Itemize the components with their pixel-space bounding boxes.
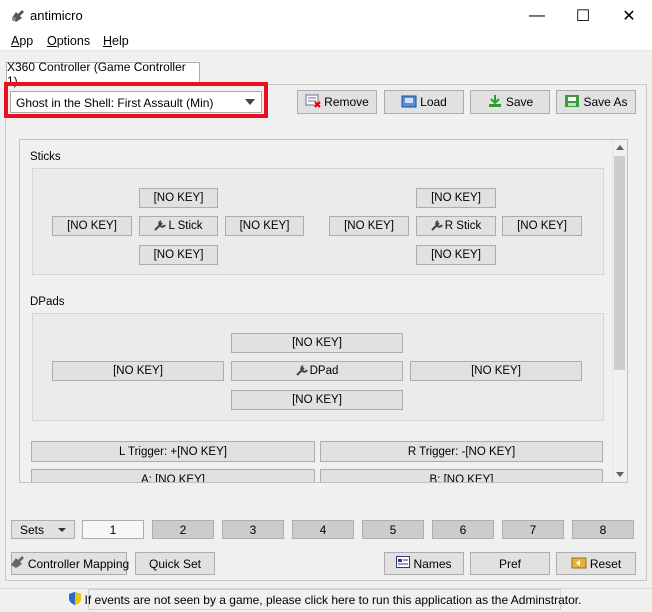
lstick-up-button[interactable]: [NO KEY]: [139, 188, 218, 208]
mapping-scroll-area[interactable]: Sticks [NO KEY] [NO KEY] L Stick [NO KEY…: [19, 139, 628, 483]
save-as-button[interactable]: Save As: [556, 90, 636, 114]
maximize-button[interactable]: ☐: [560, 0, 606, 31]
names-icon: [396, 556, 411, 571]
save-as-label: Save As: [583, 95, 628, 109]
reset-label: Reset: [589, 556, 622, 571]
dpad-left-button[interactable]: [NO KEY]: [52, 361, 224, 381]
sets-dropdown[interactable]: Sets: [11, 520, 75, 539]
menu-help[interactable]: Help: [103, 34, 129, 48]
dpad-up-button[interactable]: [NO KEY]: [231, 333, 403, 353]
pref-button[interactable]: Pref: [470, 552, 550, 575]
scroll-thumb[interactable]: [614, 156, 625, 370]
right-trigger-button[interactable]: R Trigger: -[NO KEY]: [320, 441, 603, 462]
save-button[interactable]: Save: [470, 90, 550, 114]
menu-options[interactable]: Options: [47, 34, 90, 48]
gamepad-icon: [10, 9, 26, 23]
close-icon: ✕: [622, 7, 636, 25]
menu-options-accel: O: [47, 34, 57, 48]
set-button-1[interactable]: 1: [82, 520, 144, 539]
scroll-down-icon[interactable]: [616, 472, 624, 477]
menu-options-label: ptions: [56, 34, 91, 48]
menu-help-label: elp: [112, 34, 129, 48]
save-as-icon: [564, 94, 580, 111]
run-as-admin-button[interactable]: If events are not seen by a game, please…: [68, 589, 581, 610]
reset-button[interactable]: Reset: [556, 552, 636, 575]
chevron-down-icon: [245, 99, 255, 105]
rstick-left-button[interactable]: [NO KEY]: [329, 216, 409, 236]
rstick-down-button[interactable]: [NO KEY]: [416, 245, 496, 265]
set-button-3[interactable]: 3: [222, 520, 284, 539]
a-button-mapping[interactable]: A: [NO KEY]: [31, 469, 315, 482]
minimize-icon: —: [529, 6, 545, 24]
chevron-down-icon: [58, 527, 66, 532]
close-button[interactable]: ✕: [606, 0, 652, 31]
wrench-icon: [295, 364, 310, 379]
lstick-right-button[interactable]: [NO KEY]: [225, 216, 304, 236]
rstick-right-button[interactable]: [NO KEY]: [502, 216, 582, 236]
profile-select[interactable]: Ghost in the Shell: First Assault (Min): [10, 91, 262, 113]
profile-select-value: Ghost in the Shell: First Assault (Min): [16, 96, 214, 110]
window-title: antimicro: [30, 8, 83, 23]
load-button[interactable]: Load: [384, 90, 464, 114]
sticks-label: Sticks: [30, 151, 61, 163]
load-label: Load: [420, 95, 447, 109]
save-label: Save: [505, 95, 534, 109]
rstick-label: R Stick: [444, 220, 482, 232]
set-button-6[interactable]: 6: [432, 520, 494, 539]
sets-label: Sets: [19, 522, 44, 537]
wrench-icon: [154, 219, 168, 234]
set-button-4[interactable]: 4: [292, 520, 354, 539]
set-button-2[interactable]: 2: [152, 520, 214, 539]
load-icon: [401, 94, 417, 111]
dpad-label: DPad: [309, 365, 339, 377]
set-button-5[interactable]: 5: [362, 520, 424, 539]
left-trigger-button[interactable]: L Trigger: +[NO KEY]: [31, 441, 315, 462]
rstick-button[interactable]: R Stick: [416, 216, 496, 236]
dpad-button[interactable]: DPad: [231, 361, 403, 381]
menu-bar: App Options Help: [0, 31, 652, 51]
lstick-down-button[interactable]: [NO KEY]: [139, 245, 218, 265]
remove-icon: [305, 94, 321, 111]
dpads-label: DPads: [30, 296, 65, 308]
gamepad-icon: [9, 555, 25, 572]
set-button-7[interactable]: 7: [502, 520, 564, 539]
menu-app[interactable]: App: [11, 34, 33, 48]
menu-app-label: pp: [19, 34, 34, 48]
remove-label: Remove: [324, 95, 369, 109]
wrench-icon: [431, 219, 445, 234]
controller-mapping-button[interactable]: Controller Mapping: [9, 552, 130, 575]
remove-button[interactable]: Remove: [297, 90, 377, 114]
names-label: Names: [413, 556, 452, 571]
rstick-up-button[interactable]: [NO KEY]: [416, 188, 496, 208]
dpad-down-button[interactable]: [NO KEY]: [231, 390, 403, 410]
lstick-label: L Stick: [168, 220, 203, 232]
save-icon: [487, 94, 503, 111]
b-button-mapping[interactable]: B: [NO KEY]: [320, 469, 603, 482]
quick-set-button[interactable]: Quick Set: [135, 552, 215, 575]
lstick-left-button[interactable]: [NO KEY]: [52, 216, 132, 236]
menu-help-accel: H: [103, 34, 113, 48]
maximize-icon: ☐: [575, 7, 591, 25]
status-message: If events are not seen by a game, please…: [84, 592, 582, 607]
controller-mapping-label: Controller Mapping: [27, 556, 130, 571]
lstick-button[interactable]: L Stick: [139, 216, 218, 236]
dpad-right-button[interactable]: [NO KEY]: [410, 361, 582, 381]
title-bar: antimicro — ☐ ✕: [0, 0, 652, 31]
shield-icon: [68, 591, 82, 609]
scroll-up-icon[interactable]: [616, 145, 624, 150]
set-button-8[interactable]: 8: [572, 520, 634, 539]
minimize-button[interactable]: —: [514, 0, 560, 31]
reset-icon: [571, 555, 587, 572]
names-button[interactable]: Names: [384, 552, 464, 575]
